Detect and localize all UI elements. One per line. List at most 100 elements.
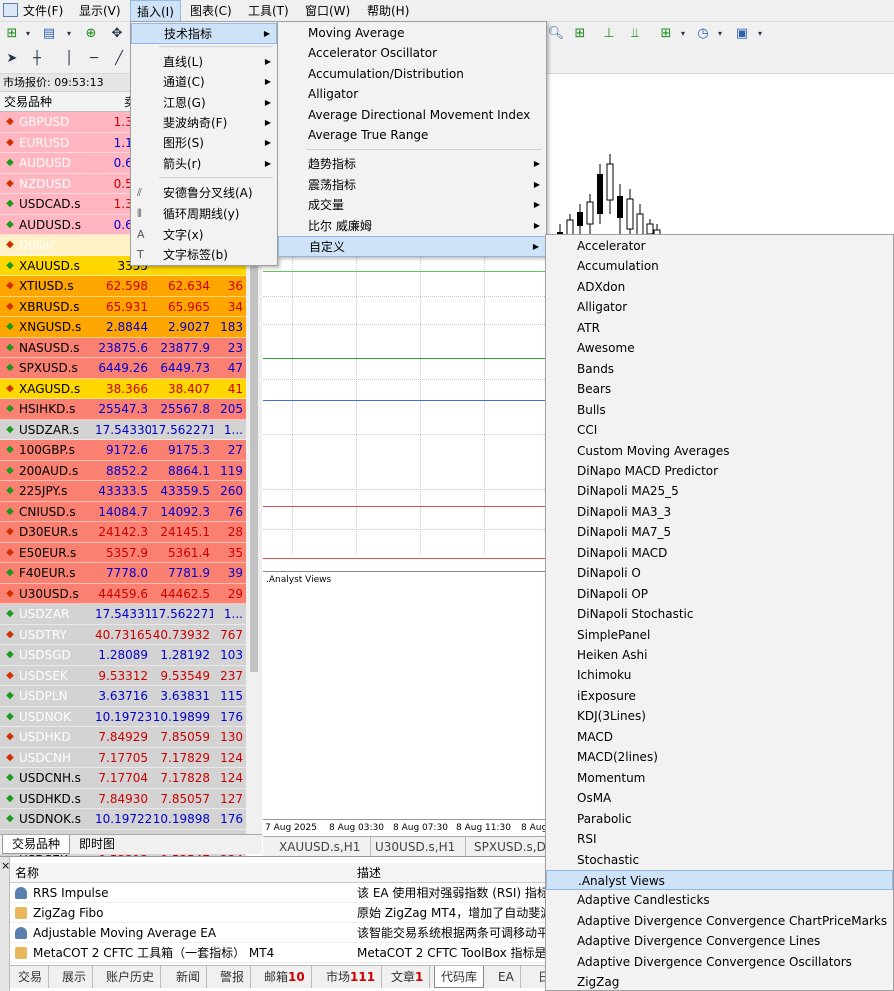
custom-indicator-item[interactable]: MACD [546, 727, 893, 748]
market-watch-row[interactable]: ◆ USDHKD.s 7.84930 7.85057 127 [0, 788, 246, 809]
level-line-green[interactable] [263, 358, 545, 359]
insert-menu-item[interactable]: A 文字(x) [131, 225, 277, 246]
market-watch-row[interactable]: ◆ HSIHKD.s 25547.3 25567.8 205 [0, 399, 246, 420]
custom-indicator-item[interactable]: .Analyst Views [546, 869, 893, 891]
market-watch-row[interactable]: ◆ USDCNH.s 7.17704 7.17828 124 [0, 768, 246, 789]
market-watch-row[interactable]: ◆ USDNOK 10.19723 10.19899 176 [0, 706, 246, 727]
menu-help[interactable]: 帮助(H) [361, 0, 415, 22]
market-watch-row[interactable]: ◆ USDZAR.s 17.54330 17.562271 1... [0, 419, 246, 440]
custom-indicator-item[interactable]: iExposure [546, 686, 893, 707]
custom-indicator-item[interactable]: DiNapoli MA3_3 [546, 502, 893, 523]
market-watch-row[interactable]: ◆ USDTRY 40.73165 40.73932 767 [0, 624, 246, 645]
cursor-icon[interactable]: ➤ [3, 50, 21, 68]
market-watch-row[interactable]: ◆ 100GBP.s 9172.6 9175.3 27 [0, 440, 246, 461]
dropdown-arrow-icon[interactable]: ▾ [19, 25, 37, 43]
market-watch-row[interactable]: ◆ 200AUD.s 8852.2 8864.1 119 [0, 460, 246, 481]
tab-symbols[interactable]: 交易品种 [2, 835, 71, 854]
custom-indicator-item[interactable]: DiNapoli Stochastic [546, 604, 893, 625]
custom-indicator-item[interactable]: DiNapoli O [546, 563, 893, 584]
market-watch-row[interactable]: ◆ USDSEK 9.53312 9.53549 237 [0, 665, 246, 686]
market-watch-icon[interactable]: ⊕ [82, 25, 100, 43]
insert-menu-item[interactable]: 直线(L) ▶ [131, 52, 277, 73]
custom-indicator-item[interactable]: Adaptive Candlesticks [546, 890, 893, 911]
market-watch-row[interactable]: ◆ USDNOK.s 10.19722 10.19898 176 [0, 809, 246, 830]
market-watch-row[interactable]: ◆ E50EUR.s 5357.9 5361.4 35 [0, 542, 246, 563]
insert-menu-item[interactable]: ⫽ 安德鲁分叉线(A) [131, 183, 277, 204]
column-symbol[interactable]: 交易品种 [4, 92, 52, 112]
toolbox-tab[interactable]: EA [492, 966, 521, 988]
close-icon[interactable]: × [1, 859, 10, 872]
market-watch-row[interactable]: ◆ XBRUSD.s 65.931 65.965 34 [0, 296, 246, 317]
custom-indicator-item[interactable]: Custom Moving Averages [546, 441, 893, 462]
crosshair-icon[interactable]: ┼ [28, 50, 46, 68]
custom-indicator-item[interactable]: DiNapoli MACD [546, 543, 893, 564]
indicators-menu-item[interactable]: Accelerator Oscillator [278, 43, 546, 64]
navigator-icon[interactable]: ✥ [108, 25, 126, 43]
column-name[interactable]: 名称 [15, 863, 39, 883]
toolbox-tab[interactable]: 新闻 [170, 966, 208, 988]
insert-menu-item[interactable]: 江恩(G) ▶ [131, 93, 277, 114]
custom-indicator-item[interactable]: Adaptive Divergence Convergence ChartPri… [546, 911, 893, 932]
market-watch-row[interactable]: ◆ F40EUR.s 7778.0 7781.9 39 [0, 563, 246, 584]
custom-indicator-item[interactable]: Awesome [546, 338, 893, 359]
custom-indicator-item[interactable]: Stochastic [546, 850, 893, 871]
dropdown-arrow-icon[interactable]: ▾ [711, 25, 729, 43]
market-watch-row[interactable]: ◆ D30EUR.s 24142.3 24145.1 28 [0, 522, 246, 543]
level-line-green[interactable] [263, 271, 545, 272]
menu-tools[interactable]: 工具(T) [242, 0, 295, 22]
custom-indicator-item[interactable]: Bears [546, 379, 893, 400]
market-watch-row[interactable]: ◆ USDPLN 3.63716 3.63831 115 [0, 686, 246, 707]
custom-indicator-item[interactable]: RSI [546, 829, 893, 850]
indicators-icon[interactable]: ⊞ [657, 25, 675, 43]
level-line-red[interactable] [263, 558, 545, 559]
menu-charts[interactable]: 图表(C) [184, 0, 238, 22]
toolbox-tab[interactable]: 账户历史 [100, 966, 162, 988]
indicators-menu-item[interactable]: Moving Average [278, 23, 546, 44]
custom-indicator-item[interactable]: SimplePanel [546, 625, 893, 646]
custom-indicator-item[interactable]: KDJ(3Lines) [546, 706, 893, 727]
zoom-out-icon[interactable]: 🔍︎ [547, 25, 565, 43]
profiles-icon[interactable]: ▤ [40, 25, 58, 43]
market-watch-row[interactable]: ◆ XNGUSD.s 2.8844 2.9027 183 [0, 317, 246, 338]
dropdown-arrow-icon[interactable]: ▾ [674, 25, 692, 43]
indicators-menu-item[interactable]: 比尔 威廉姆 ▶ [278, 216, 546, 237]
toolbox-tab[interactable]: 文章1 [385, 966, 431, 988]
custom-indicator-item[interactable]: MACD(2lines) [546, 747, 893, 768]
tile-windows-icon[interactable]: ⊞ [571, 25, 589, 43]
toolbox-tab[interactable]: 展示 [56, 966, 94, 988]
insert-menu-item[interactable]: 斐波纳奇(F) ▶ [131, 113, 277, 134]
custom-indicator-item[interactable]: ZigZag [546, 972, 893, 991]
horizontal-line-icon[interactable]: ─ [85, 50, 103, 68]
insert-menu-item[interactable]: 箭头(r) ▶ [131, 154, 277, 175]
market-watch-row[interactable]: ◆ XAGUSD.s 38.366 38.407 41 [0, 378, 246, 399]
custom-indicator-item[interactable]: ATR [546, 318, 893, 339]
custom-indicator-item[interactable]: Ichimoku [546, 665, 893, 686]
market-watch-row[interactable]: ◆ USDHKD 7.84929 7.85059 130 [0, 727, 246, 748]
toolbox-tab[interactable]: 交易 [12, 966, 50, 988]
custom-indicator-item[interactable]: Accumulation [546, 256, 893, 277]
market-watch-row[interactable]: ◆ 225JPY.s 43333.5 43359.5 260 [0, 481, 246, 502]
market-watch-row[interactable]: ◆ XTIUSD.s 62.598 62.634 36 [0, 276, 246, 297]
tab-chart-xauusd[interactable]: XAUUSD.s,H1 [269, 837, 372, 857]
periods-icon[interactable]: ◷ [694, 25, 712, 43]
indicators-menu-item[interactable]: 自定义 ▶ [278, 236, 546, 257]
market-watch-row[interactable]: ◆ NASUSD.s 23875.6 23877.9 23 [0, 337, 246, 358]
custom-indicator-item[interactable]: Accelerator [546, 236, 893, 257]
insert-menu-item[interactable]: T 文字标签(b) [131, 245, 277, 266]
indicators-menu-item[interactable]: 成交量 ▶ [278, 195, 546, 216]
tab-chart-u30usd[interactable]: U30USD.s,H1 [365, 837, 467, 857]
custom-indicator-item[interactable]: DiNapoli OP [546, 584, 893, 605]
indicators-menu-item[interactable]: Alligator [278, 84, 546, 105]
custom-indicator-item[interactable]: Bands [546, 359, 893, 380]
tab-chart-spxusd[interactable]: SPXUSD.s,D [464, 837, 557, 857]
indicators-menu-item[interactable]: Accumulation/Distribution [278, 64, 546, 85]
custom-indicator-item[interactable]: Heiken Ashi [546, 645, 893, 666]
column-description[interactable]: 描述 [357, 863, 381, 883]
dropdown-arrow-icon[interactable]: ▾ [60, 25, 78, 43]
trendline-icon[interactable]: ╱ [110, 50, 128, 68]
menu-insert[interactable]: 插入(I) [130, 0, 181, 22]
dropdown-arrow-icon[interactable]: ▾ [751, 25, 769, 43]
indicators-menu-item[interactable]: Average True Range [278, 125, 546, 146]
insert-menu-item[interactable]: ⦀ 循环周期线(y) [131, 204, 277, 225]
market-watch-row[interactable]: ◆ CNIUSD.s 14084.7 14092.3 76 [0, 501, 246, 522]
